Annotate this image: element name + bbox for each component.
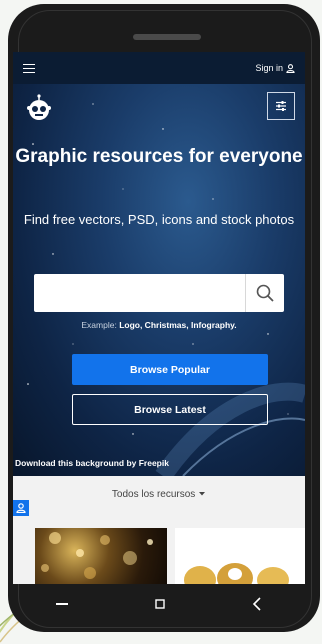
back-chevron-icon[interactable] [252, 597, 262, 611]
search-icon [256, 284, 274, 302]
home-square-icon[interactable] [155, 599, 165, 609]
browser-screen: Sign in Graphic resources for everyone F… [13, 52, 305, 584]
resource-thumbnail-gold-bokeh[interactable] [35, 528, 167, 584]
sliders-icon [276, 101, 286, 111]
android-nav-bar [13, 584, 305, 624]
hero-subtitle: Find free vectors, PSD, icons and stock … [23, 212, 295, 227]
sign-in-link[interactable]: Sign in [255, 63, 295, 73]
resources-section: Todos los recursos [13, 476, 305, 584]
sign-in-label: Sign in [255, 63, 283, 73]
browse-latest-button[interactable]: Browse Latest [72, 394, 268, 425]
phone-speaker [133, 34, 201, 40]
filter-button[interactable] [267, 92, 295, 120]
user-badge[interactable] [13, 500, 29, 516]
recent-apps-icon[interactable] [56, 602, 69, 606]
hero-banner: Graphic resources for everyone Find free… [13, 84, 305, 476]
hero-title: Graphic resources for everyone [15, 146, 303, 167]
example-prefix: Example: [81, 320, 117, 330]
robot-logo[interactable] [25, 94, 53, 122]
search-input[interactable] [34, 274, 245, 312]
resources-label: Todos los recursos [111, 489, 196, 500]
top-navbar: Sign in [13, 52, 305, 84]
user-icon [16, 503, 26, 513]
search-button[interactable] [245, 274, 284, 312]
hamburger-icon[interactable] [23, 63, 35, 73]
resources-dropdown[interactable]: Todos los recursos [13, 489, 305, 500]
user-icon [286, 63, 295, 73]
example-links[interactable]: Logo, Christmas, Infography. [119, 320, 236, 330]
resource-thumbnail-gold-shapes[interactable] [175, 528, 305, 584]
search-examples: Example: Logo, Christmas, Infography. [13, 320, 305, 330]
search-bar [34, 274, 284, 312]
caret-down-icon [199, 492, 206, 496]
background-credit-link[interactable]: Download this background by Freepik [15, 458, 169, 468]
browse-popular-button[interactable]: Browse Popular [72, 354, 268, 385]
